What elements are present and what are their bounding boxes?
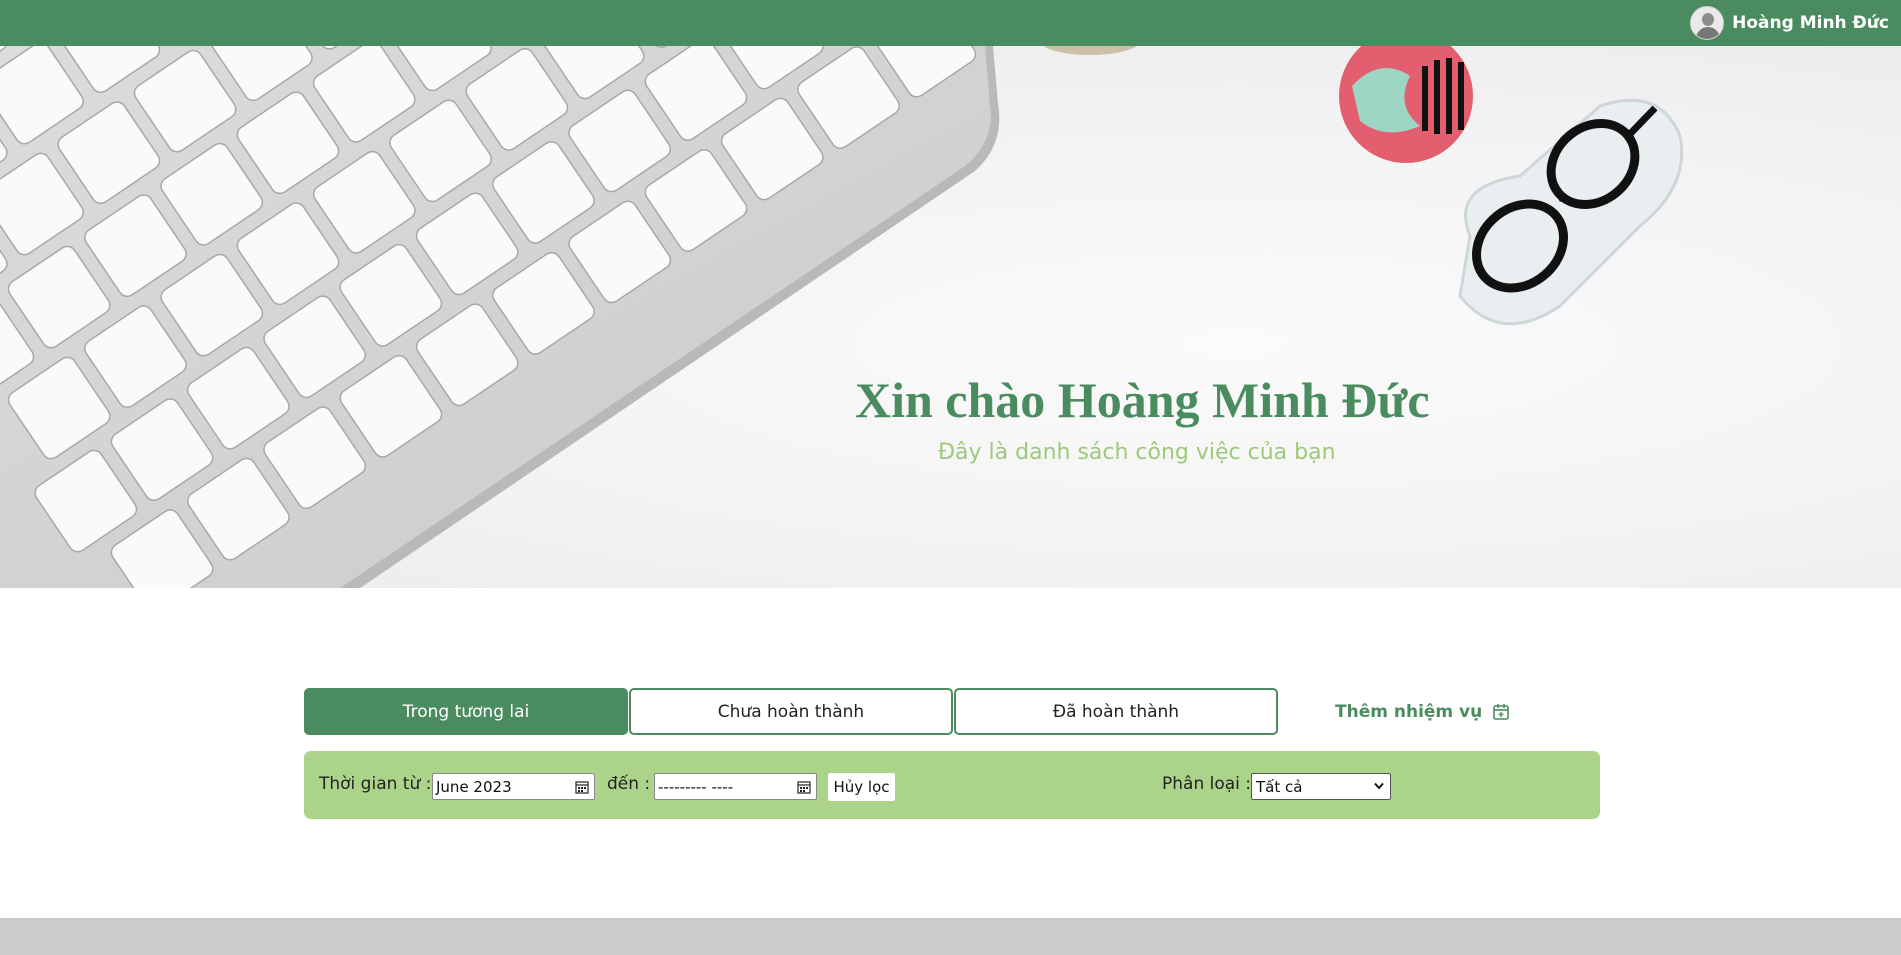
tab-completed[interactable]: Đã hoàn thành	[954, 688, 1278, 735]
date-from-value: June 2023	[436, 777, 512, 796]
calendar-icon[interactable]	[575, 780, 589, 794]
hero-banner: Xin chào Hoàng Minh Đức Đây là danh sách…	[0, 46, 1901, 588]
tab-future[interactable]: Trong tương lai	[304, 688, 628, 735]
add-task-button[interactable]: Thêm nhiệm vụ	[1335, 688, 1510, 735]
tab-incomplete[interactable]: Chưa hoàn thành	[629, 688, 953, 735]
clear-filter-button[interactable]: Hủy lọc	[828, 773, 895, 801]
hero-subtitle: Đây là danh sách công việc của bạn	[938, 440, 1336, 465]
user-name: Hoàng Minh Đức	[1732, 13, 1889, 33]
hero-background-image	[0, 46, 1684, 588]
calendar-icon[interactable]	[797, 780, 811, 794]
date-from-label: Thời gian từ :	[319, 774, 432, 794]
category-select[interactable]: Tất cả	[1251, 773, 1391, 800]
category-label: Phân loại :	[1162, 774, 1252, 794]
user-avatar	[1690, 6, 1725, 40]
date-to-value: --------- ----	[658, 777, 734, 796]
date-from-input[interactable]: June 2023	[432, 773, 595, 800]
date-to-label: đến :	[607, 774, 651, 794]
date-to-input[interactable]: --------- ----	[654, 773, 817, 800]
calendar-add-icon	[1493, 703, 1510, 720]
chevron-down-icon	[1374, 782, 1384, 790]
top-navbar: Hoàng Minh Đức	[0, 0, 1901, 46]
footer	[0, 918, 1901, 955]
category-value: Tất cả	[1256, 777, 1303, 796]
hero-title: Xin chào Hoàng Minh Đức	[855, 372, 1430, 428]
user-menu[interactable]: Hoàng Minh Đức	[1690, 6, 1889, 40]
add-task-label: Thêm nhiệm vụ	[1335, 701, 1483, 722]
filter-bar: Thời gian từ : June 2023 đến : ---------…	[304, 751, 1600, 819]
